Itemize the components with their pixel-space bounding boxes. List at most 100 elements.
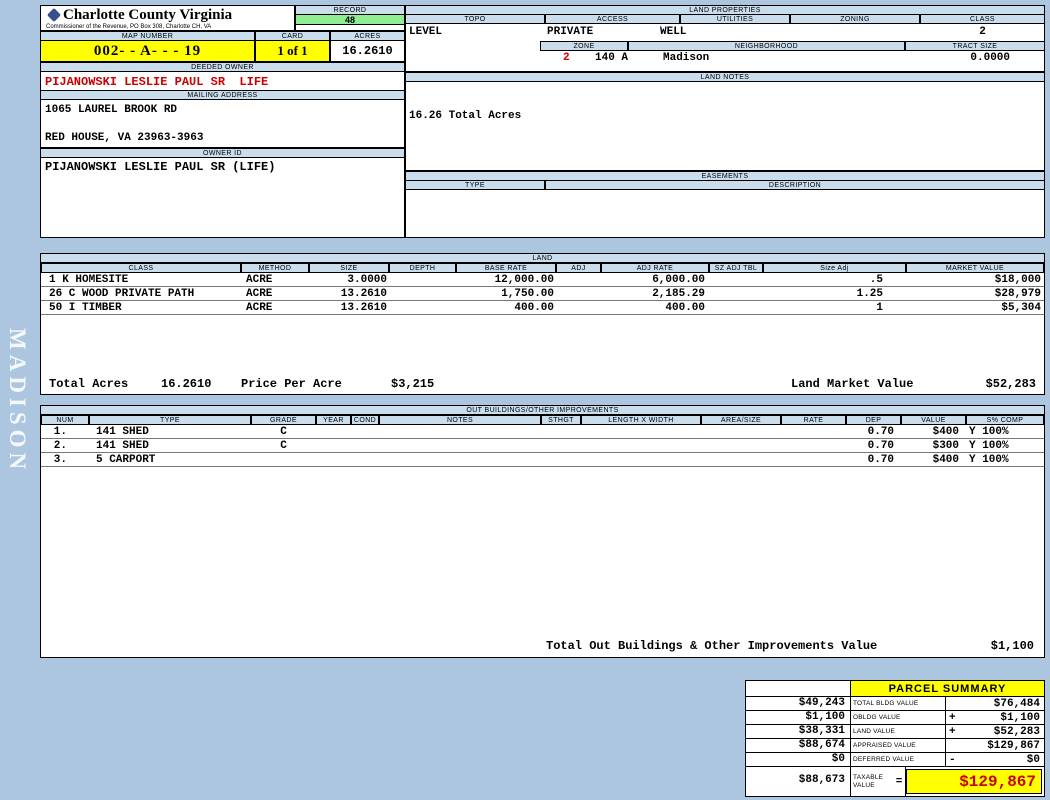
mailing-address-box: 1065 LAUREL BROOK RD RED HOUSE, VA 23963… <box>40 99 405 148</box>
land-price-per-acre-value: $3,215 <box>391 377 435 391</box>
class-value: 2 <box>979 26 986 38</box>
land-cell-base-rate: 12,000.00 <box>494 274 554 286</box>
county-header-box: Charlotte County Virginia Commissioner o… <box>40 5 295 31</box>
ps-current-value: $129,867 <box>987 739 1040 752</box>
parcel-summary-title: PARCEL SUMMARY <box>851 681 1044 697</box>
ps-label: OBLDG VALUE <box>851 711 946 725</box>
land-col-base-rate: BASE RATE <box>456 263 556 273</box>
land-cell-size-adj: 1 <box>876 302 883 314</box>
ob-col-grade: GRADE <box>251 415 316 425</box>
ps-prior-value: $49,243 <box>746 697 851 711</box>
tract-size-value: 0.0000 <box>970 52 1010 64</box>
land-cell-market-value: $18,000 <box>994 274 1041 286</box>
ps-prior-value: $1,100 <box>746 711 851 725</box>
owner-id-box: PIJANOWSKI LESLIE PAUL SR (LIFE) <box>40 157 405 238</box>
county-seal-icon <box>46 7 62 23</box>
land-total-acres-label: Total Acres <box>49 377 129 391</box>
out-buildings-total-label: Total Out Buildings & Other Improvements… <box>546 639 878 653</box>
out-building-row: 3. 5 CARPORT 0.70 $400 Y 100% <box>41 453 1044 467</box>
mailing-address-line2: RED HOUSE, VA 23963-3963 <box>45 132 204 144</box>
out-building-row: 2. 141 SHED C 0.70 $300 Y 100% <box>41 439 1044 453</box>
deeded-owner-box: PIJANOWSKI LESLIE PAUL SR LIFE <box>40 71 405 91</box>
land-row: 26 C WOOD PRIVATE PATH ACRE 13.2610 1,75… <box>41 287 1044 301</box>
ps-current-value: $52,283 <box>993 725 1040 738</box>
land-cell-adj-rate: 2,185.29 <box>652 288 705 300</box>
ps-operator: = <box>895 775 903 788</box>
ps-current-cell: $76,484 <box>946 697 1044 711</box>
land-section-label: LAND <box>40 253 1045 263</box>
zone-label: ZONE <box>540 41 628 51</box>
parcel-summary: PARCEL SUMMARY $49,243 TOTAL BLDG VALUE … <box>745 680 1045 797</box>
ps-operator: + <box>949 711 956 724</box>
card-value[interactable]: 1 of 1 <box>255 40 330 62</box>
land-cell-size-adj: .5 <box>869 274 883 286</box>
ob-col-type: TYPE <box>89 415 251 425</box>
ps-label: TOTAL BLDG VALUE <box>851 697 946 711</box>
deeded-owner-value: PIJANOWSKI LESLIE PAUL SR LIFE <box>45 75 269 89</box>
land-cell-method: ACRE <box>246 302 273 314</box>
county-subtitle: Commissioner of the Revenue, PO Box 308,… <box>46 24 212 30</box>
ps-current-cell: + $52,283 <box>946 725 1044 739</box>
ob-cell-s-comp: Y 100% <box>969 426 1009 438</box>
ob-col-cond: COND <box>351 415 379 425</box>
land-cell-class: 50 I TIMBER <box>49 302 122 314</box>
ob-cell-type: 5 CARPORT <box>96 454 156 466</box>
land-col-market-value: MARKET VALUE <box>906 263 1044 273</box>
tract-size-label: TRACT SIZE <box>905 41 1045 51</box>
land-cell-size: 3.0000 <box>347 274 387 286</box>
ps-label: APPRAISED VALUE <box>851 739 946 753</box>
ob-cell-dep: 0.70 <box>867 454 894 466</box>
ps-operator: - <box>949 753 956 766</box>
neighborhood-label: NEIGHBORHOOD <box>628 41 905 51</box>
ps-current-cell: - $0 <box>946 753 1044 767</box>
ob-col-num: NUM <box>41 415 89 425</box>
land-col-sz-adj-tbl: SZ ADJ TBL <box>709 263 763 273</box>
ob-cell-s-comp: Y 100% <box>969 440 1009 452</box>
mailing-address-line1: 1065 LAUREL BROOK RD <box>45 104 178 116</box>
ps-prior-value: $88,673 <box>746 767 851 796</box>
ps-operator: + <box>949 725 956 738</box>
ob-col-length-width: LENGTH X WIDTH <box>581 415 701 425</box>
land-notes-value: 16.26 Total Acres <box>409 110 522 122</box>
ps-current-value: $0 <box>1026 753 1040 766</box>
neighborhood-value: Madison <box>663 52 710 64</box>
ob-cell-dep: 0.70 <box>867 440 894 452</box>
land-cell-size: 13.2610 <box>340 302 387 314</box>
land-cell-adj-rate: 6,000.00 <box>652 274 705 286</box>
ps-header-spacer <box>746 681 851 697</box>
access-value: PRIVATE <box>547 26 594 38</box>
out-buildings-table: OUT BUILDINGS/OTHER IMPROVEMENTS NUM TYP… <box>40 405 1045 658</box>
land-col-size: SIZE <box>309 263 389 273</box>
ps-current-value: $1,100 <box>1000 711 1040 724</box>
land-table: LAND CLASS METHOD SIZE DEPTH BASE RATE A… <box>40 253 1045 395</box>
land-cell-base-rate: 1,750.00 <box>501 288 554 300</box>
land-cell-method: ACRE <box>246 274 273 286</box>
land-col-class: CLASS <box>41 263 241 273</box>
land-col-adj: ADJ <box>556 263 601 273</box>
out-buildings-total-value: $1,100 <box>990 639 1034 653</box>
land-col-method: METHOD <box>241 263 309 273</box>
ob-col-rate: RATE <box>781 415 846 425</box>
ob-cell-grade: C <box>280 426 287 438</box>
neighborhood-sidebar-label: MADISON <box>5 328 30 475</box>
land-cell-size-adj: 1.25 <box>856 288 883 300</box>
map-number-value[interactable]: 002- - A- - - 19 <box>40 40 255 62</box>
zone-extra: 140 A <box>595 52 629 64</box>
ob-col-dep: DEP <box>846 415 901 425</box>
land-cell-class: 1 K HOMESITE <box>49 274 129 286</box>
acres-value[interactable]: 16.2610 <box>330 40 405 62</box>
land-market-value-total: $52,283 <box>985 377 1036 391</box>
out-buildings-section-label: OUT BUILDINGS/OTHER IMPROVEMENTS <box>40 405 1045 415</box>
ps-prior-value: $0 <box>746 753 851 767</box>
ob-cell-type: 141 SHED <box>96 440 149 452</box>
land-price-per-acre-label: Price Per Acre <box>241 377 342 391</box>
land-notes-box: 16.26 Total Acres <box>405 81 1045 171</box>
record-value[interactable]: 48 <box>295 14 405 25</box>
ob-cell-value: $400 <box>932 426 959 438</box>
county-title: Charlotte County Virginia <box>63 7 233 23</box>
ps-prior-value: $38,331 <box>746 725 851 739</box>
zone-value: 2 <box>563 52 570 64</box>
ps-label: DEFERRED VALUE <box>851 753 946 767</box>
ob-cell-value: $400 <box>932 454 959 466</box>
ps-current-cell: $129,867 <box>946 739 1044 753</box>
